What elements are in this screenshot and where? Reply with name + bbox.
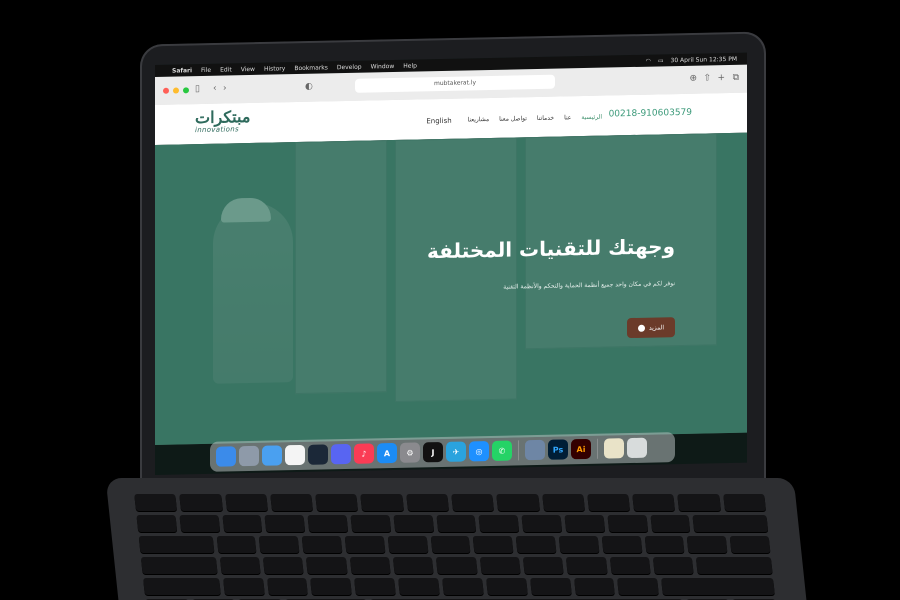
photoshop-icon[interactable]: Ps [548,439,568,460]
battery-icon[interactable]: ▭ [658,57,664,64]
menu-bookmarks[interactable]: Bookmarks [294,64,328,72]
nav-services[interactable]: خدماتنا [537,115,554,123]
menu-edit[interactable]: Edit [220,66,232,73]
menu-history[interactable]: History [264,65,285,72]
minimize-icon[interactable] [173,87,179,94]
whatsapp-icon[interactable]: ✆ [492,440,512,461]
menubar-clock[interactable]: 30 April Sun 12:35 PM [671,55,737,63]
keyboard: control option command [134,494,778,600]
wifi-icon[interactable]: ◠ [646,57,651,64]
language-toggle[interactable]: English [426,117,451,126]
more-button[interactable]: المزيد [627,317,675,339]
menu-app-name[interactable]: Safari [172,67,192,74]
menu-develop[interactable]: Develop [337,63,362,71]
dock-separator [518,440,519,461]
menu-help[interactable]: Help [403,62,417,69]
safari-icon[interactable]: ◎ [469,441,489,462]
more-button-label: المزيد [648,323,665,332]
nav-contact[interactable]: تواصل معنا [499,115,527,124]
music-icon[interactable]: ♪ [354,443,374,464]
settings-icon[interactable]: ⚙ [400,442,420,463]
phone-number[interactable]: 00218-910603579 [609,108,692,120]
photos-icon[interactable] [285,444,305,466]
main-nav: الرئيسية عنا خدماتنا تواصل معنا مشاريعنا… [426,114,602,126]
zoom-icon[interactable] [183,87,189,94]
download-icon[interactable]: ⊕ [689,74,697,84]
trash-icon[interactable] [627,437,647,459]
new-tab-icon[interactable]: + [717,73,725,83]
preview-icon[interactable] [525,439,545,461]
menu-view[interactable]: View [241,65,255,72]
mail-icon[interactable] [262,445,282,466]
logo-english: innovations [195,125,239,135]
hero-overlay [155,132,747,445]
finder-icon[interactable] [216,446,236,467]
steam-icon[interactable] [308,444,328,465]
nav-home[interactable]: الرئيسية [581,114,602,122]
launchpad-icon[interactable] [239,445,259,467]
hero-section: وجهتك للتقنيات المختلفة نوفر لكم في مكان… [155,132,747,445]
screen: Safari File Edit View History Bookmarks … [155,52,747,476]
logo-arabic: مبتكرات [195,107,251,128]
menu-file[interactable]: File [201,66,211,73]
forward-icon[interactable]: › [223,84,227,94]
jetbrains-icon[interactable]: J [423,441,443,463]
share-icon[interactable]: ⇧ [703,73,711,83]
sidebar-icon[interactable]: ▯ [195,84,200,94]
back-icon[interactable]: ‹ [213,84,217,94]
illustrator-icon[interactable]: Ai [571,438,591,460]
nav-projects[interactable]: مشاريعنا [468,116,490,124]
menu-window[interactable]: Window [371,62,395,69]
close-icon[interactable] [163,87,169,94]
arrow-circle-icon [637,324,645,332]
tab-overview-icon[interactable]: ⧉ [733,73,739,83]
laptop-scene: control option command Safari File Edit … [0,0,900,600]
discord-icon[interactable] [331,443,351,465]
nav-about[interactable]: عنا [564,114,571,122]
privacy-shield-icon[interactable]: ◐ [305,82,313,92]
address-bar[interactable]: mubtakerat.ly [355,74,555,93]
telegram-icon[interactable]: ✈ [446,441,466,462]
stickies-icon[interactable] [604,438,624,459]
app-store-icon[interactable]: A [377,442,397,464]
dock-separator [597,438,598,459]
window-controls [163,87,189,94]
site-logo[interactable]: مبتكرات innovations [195,107,257,138]
